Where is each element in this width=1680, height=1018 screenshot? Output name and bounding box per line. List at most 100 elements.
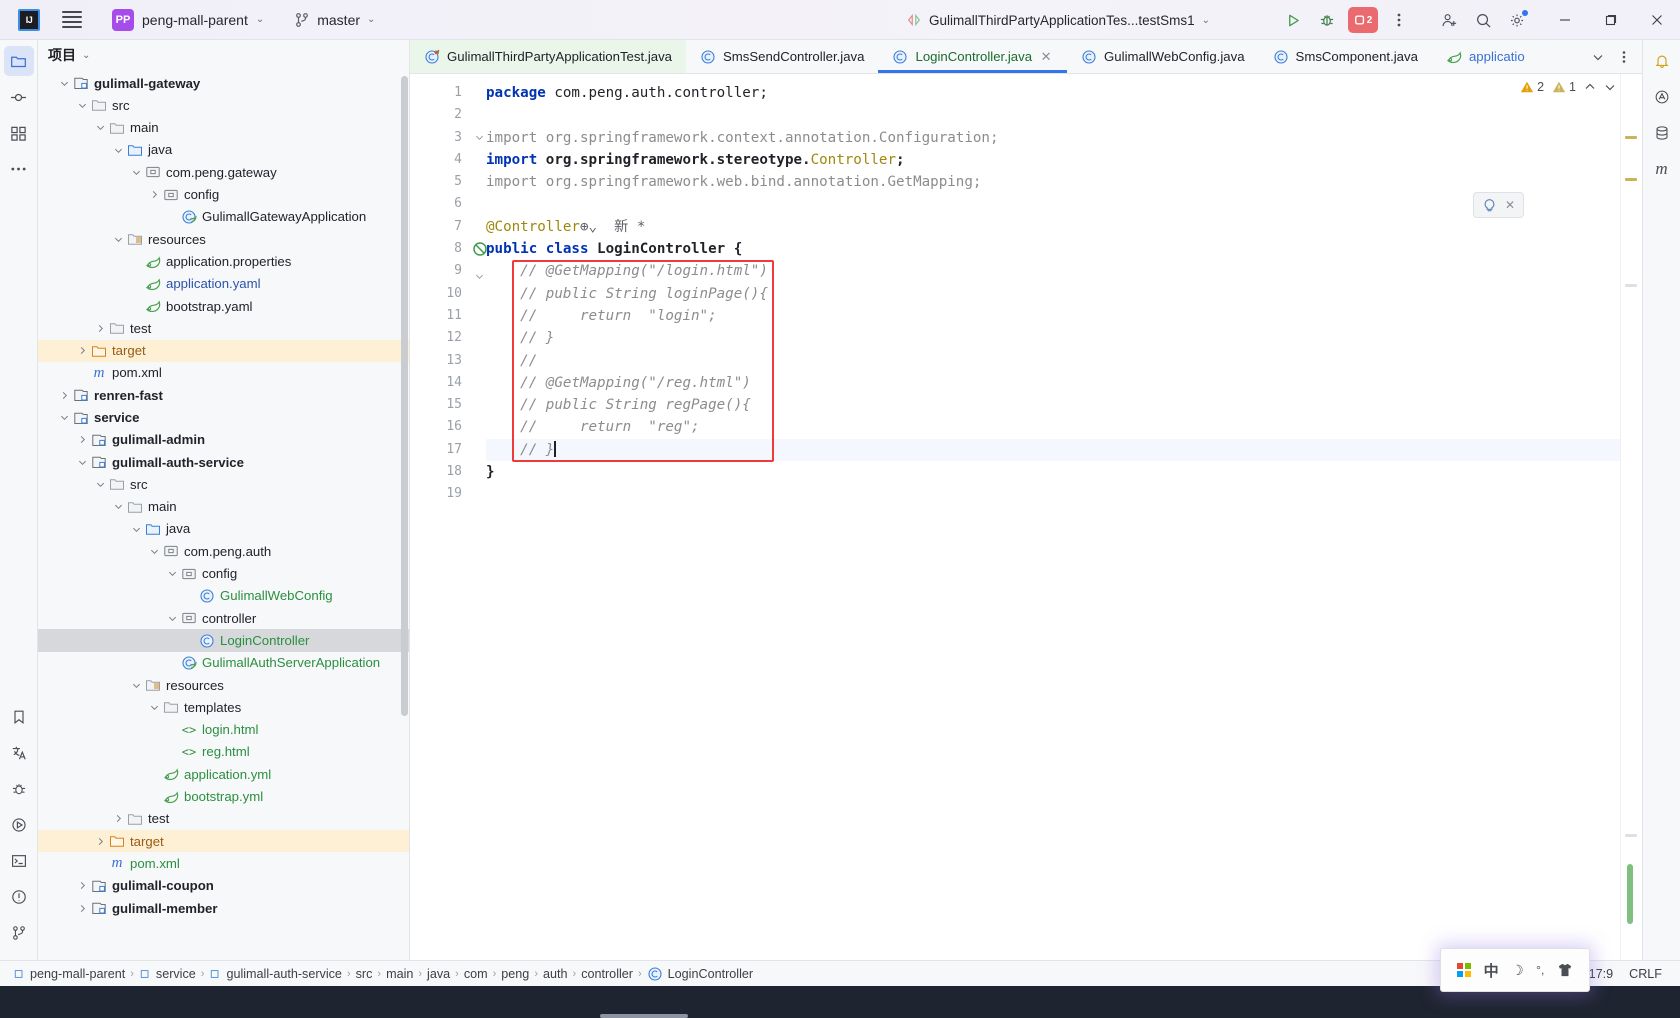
chevron-down-icon[interactable] [110,146,126,155]
chevron-right-icon[interactable] [74,346,90,355]
tree-item-pom-xml[interactable]: m pom.xml [38,362,409,384]
line-number[interactable]: 14 [410,372,472,394]
tree-item-gulimall-gateway[interactable]: gulimall-gateway [38,72,409,94]
sidebar-item-translation[interactable] [4,738,34,768]
intention-hint-popup[interactable]: ✕ [1472,192,1524,218]
chevron-right-icon[interactable] [92,324,108,333]
code-line[interactable]: import org.springframework.stereotype.Co… [486,149,1620,171]
tree-item-application-properties[interactable]: application.properties [38,250,409,272]
tree-item-resources[interactable]: resources [38,674,409,696]
editor-tab-smscomponent-java[interactable]: SmsComponent.java [1259,40,1432,73]
fold-toggle[interactable] [472,133,486,155]
breadcrumb-item-main[interactable]: main [381,967,418,981]
tree-item-config[interactable]: config [38,563,409,585]
tree-item-com-peng-gateway[interactable]: com.peng.gateway [38,161,409,183]
chevron-right-icon[interactable] [74,904,90,913]
chevron-down-icon[interactable] [146,703,162,712]
sidebar-item-more[interactable] [4,154,34,184]
ime-tray-popup[interactable]: 中 ☽ °, [1440,948,1590,992]
breadcrumb-item-service[interactable]: service [134,967,201,981]
tree-item-gulimall-member[interactable]: gulimall-member [38,897,409,919]
close-button[interactable] [1634,0,1680,40]
tree-item-service[interactable]: service [38,406,409,428]
more-actions-button[interactable] [1382,5,1416,35]
sidebar-item-version-control[interactable] [4,918,34,948]
inspection-marker-strip[interactable] [1620,74,1642,960]
line-number[interactable]: 8 [410,238,487,260]
breadcrumb-item-java[interactable]: java [422,967,455,981]
tab-list-button[interactable] [1586,45,1610,69]
tree-item-renren-fast[interactable]: renren-fast [38,384,409,406]
weak-warning-count-badge[interactable]: 1 [1552,80,1576,94]
tree-item-config[interactable]: config [38,183,409,205]
breadcrumb-item-src[interactable]: src [351,967,378,981]
line-number[interactable]: 4 [410,149,472,171]
code-editor[interactable]: 1 2 3 4 5 6 7 8 9 10 11 12 13 14 15 16 17 18 19 package co… [410,74,1642,960]
chevron-down-icon[interactable] [92,123,108,132]
breadcrumb-item-peng-mall-parent[interactable]: peng-mall-parent [8,967,130,981]
line-number[interactable]: 11 [410,305,472,327]
line-number[interactable]: 9 [410,260,472,282]
warning-count-badge[interactable]: 2 [1520,80,1544,94]
breadcrumb-item-auth[interactable]: auth [538,967,573,981]
tree-item-application-yaml[interactable]: application.yaml [38,273,409,295]
chevron-down-icon[interactable] [74,458,90,467]
stop-button[interactable]: 2 [1348,7,1378,33]
sidebar-item-bookmarks[interactable] [4,702,34,732]
line-number[interactable]: 17 [410,439,472,461]
tree-item-reg-html[interactable]: <> reg.html [38,741,409,763]
editor-fold-column[interactable] [472,74,486,960]
editor-tab-logincontroller-java[interactable]: LoginController.java ✕ [878,40,1067,73]
chevron-right-icon[interactable] [110,814,126,823]
tree-item-java[interactable]: java [38,518,409,540]
tree-item-target[interactable]: target [38,339,409,362]
tree-item-target[interactable]: target [38,830,409,853]
chevron-right-icon[interactable] [146,190,162,199]
code-line[interactable]: // return "reg"; [486,416,1620,438]
tree-item-test[interactable]: test [38,808,409,830]
next-problem-button[interactable] [1604,81,1616,93]
tree-item-gulimall-coupon[interactable]: gulimall-coupon [38,875,409,897]
tree-item-gulimall-auth-service[interactable]: gulimall-auth-service [38,451,409,473]
line-number[interactable]: 7 [410,216,472,238]
line-number[interactable]: 2 [410,104,472,126]
tree-item-src[interactable]: src [38,473,409,495]
chevron-down-icon[interactable] [92,480,108,489]
chevron-right-icon[interactable] [74,881,90,890]
editor-tab-smssendcontroller-java[interactable]: SmsSendController.java [686,40,878,73]
fold-toggle[interactable] [472,272,486,294]
notifications-button[interactable] [1647,46,1677,76]
code-line[interactable]: // @GetMapping("/reg.html") [486,372,1620,394]
run-configuration-selector[interactable]: GulimallThirdPartyApplicationTes...testS… [900,0,1216,40]
chevron-right-icon[interactable] [92,837,108,846]
code-line[interactable]: // @GetMapping("/login.html") [486,260,1620,282]
sidebar-item-project[interactable] [3,46,34,76]
chevron-down-icon[interactable] [128,525,144,534]
code-line[interactable]: // } [486,327,1620,349]
tree-item-login-html[interactable]: <> login.html [38,719,409,741]
tree-item-resources[interactable]: resources [38,228,409,250]
tree-item-test[interactable]: test [38,317,409,339]
code-line[interactable]: // public String regPage(){ [486,394,1620,416]
tree-item-java[interactable]: java [38,139,409,161]
code-line[interactable]: // return "login"; [486,305,1620,327]
code-line[interactable]: @Controller⊕⌄ 新 * [486,216,1620,238]
editor-gutter[interactable]: 1 2 3 4 5 6 7 8 9 10 11 12 13 14 15 16 17 18 19 [410,74,487,960]
code-line[interactable]: import org.springframework.web.bind.anno… [486,171,1620,193]
chevron-right-icon[interactable] [74,435,90,444]
windows-start-icon[interactable] [1457,963,1472,977]
chevron-down-icon[interactable] [110,502,126,511]
code-line[interactable]: // public String loginPage(){ [486,283,1620,305]
tree-item-pom-xml[interactable]: m pom.xml [38,852,409,874]
code-line[interactable] [486,104,1620,126]
caret-position[interactable]: 17:9 [1589,967,1614,981]
code-line[interactable]: } [486,461,1620,483]
tree-item-templates[interactable]: templates [38,696,409,718]
settings-button[interactable] [1500,5,1534,35]
sidebar-item-problems[interactable] [4,882,34,912]
ime-chinese-icon[interactable]: 中 [1484,960,1499,981]
tree-item-application-yml[interactable]: application.yml [38,763,409,785]
code-line[interactable]: // } [486,438,1620,462]
line-number[interactable]: 6 [410,193,472,215]
chevron-down-icon[interactable] [56,79,72,88]
